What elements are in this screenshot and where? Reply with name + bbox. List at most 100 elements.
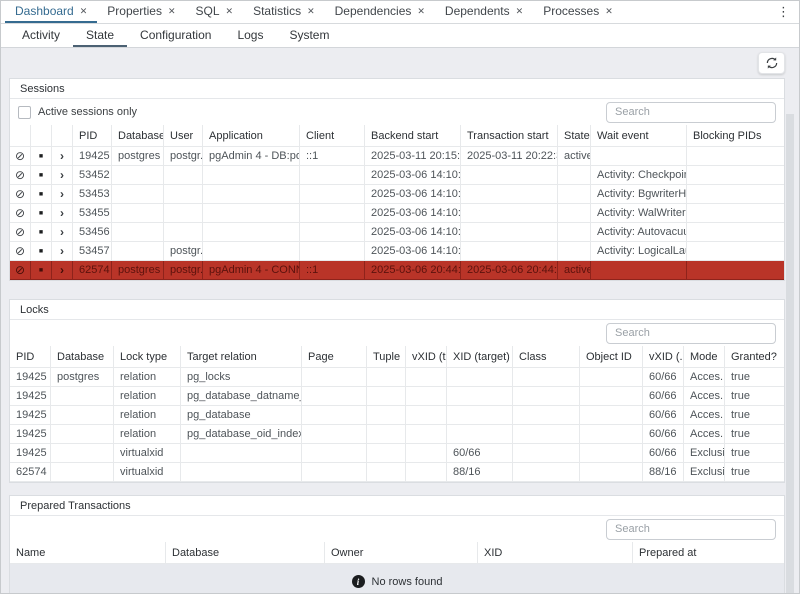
column-header[interactable] — [31, 125, 52, 147]
close-icon[interactable]: ✕ — [417, 6, 425, 17]
table-row[interactable]: 19425postgresrelationpg_locks60/66Acces.… — [10, 368, 784, 387]
stop-session-icon[interactable]: ■ — [39, 229, 43, 236]
tab-dashboard[interactable]: Dashboard ✕ — [5, 1, 97, 23]
subtab-activity[interactable]: Activity — [9, 24, 73, 47]
sessions-search-input[interactable] — [606, 102, 776, 123]
stop-session-icon[interactable]: ■ — [39, 153, 43, 160]
column-header[interactable]: Target relation — [181, 346, 302, 368]
close-icon[interactable]: ✕ — [226, 6, 234, 17]
column-header[interactable] — [52, 125, 73, 147]
table-row[interactable]: 19425virtualxid60/6660/66Exclusi...true — [10, 444, 784, 463]
stop-session-icon[interactable]: ■ — [39, 248, 43, 255]
column-header[interactable]: XID — [478, 542, 633, 564]
expand-row-icon[interactable]: › — [60, 245, 64, 257]
expand-row-icon[interactable]: › — [60, 188, 64, 200]
empty-state-text: No rows found — [372, 576, 443, 588]
close-icon[interactable]: ✕ — [80, 6, 88, 17]
column-header[interactable]: Database — [166, 542, 325, 564]
subtab-system[interactable]: System — [276, 24, 342, 47]
column-header[interactable]: Granted? — [725, 346, 784, 368]
cancel-session-icon[interactable]: ⊘ — [15, 207, 25, 219]
tab-processes[interactable]: Processes ✕ — [533, 1, 623, 23]
column-header[interactable]: Blocking PIDs — [687, 125, 784, 147]
expand-row-icon[interactable]: › — [60, 169, 64, 181]
column-header[interactable]: Page — [302, 346, 367, 368]
column-header[interactable]: PID — [10, 346, 51, 368]
column-header[interactable]: vXID (... — [643, 346, 684, 368]
expand-row-icon[interactable]: › — [60, 264, 64, 276]
column-header[interactable]: XID (target) — [447, 346, 513, 368]
table-row[interactable]: 19425relationpg_database_oid_index60/66A… — [10, 425, 784, 444]
expand-row-icon[interactable]: › — [60, 207, 64, 219]
tab-properties[interactable]: Properties ✕ — [97, 1, 185, 23]
cell: postgres — [112, 261, 164, 280]
column-header[interactable]: Object ID — [580, 346, 643, 368]
column-header[interactable]: Client — [300, 125, 365, 147]
cell — [513, 425, 580, 444]
column-header[interactable]: Database — [112, 125, 164, 147]
kebab-menu-icon[interactable]: ⋮ — [768, 1, 799, 23]
column-header[interactable]: vXID (t... — [406, 346, 447, 368]
tab-statistics[interactable]: Statistics ✕ — [243, 1, 325, 23]
column-header[interactable]: Application — [203, 125, 300, 147]
vertical-scrollbar[interactable] — [786, 114, 794, 594]
cancel-session-icon[interactable]: ⊘ — [15, 226, 25, 238]
close-icon[interactable]: ✕ — [516, 6, 524, 17]
expand-row-icon[interactable]: › — [60, 226, 64, 238]
cancel-session-icon[interactable]: ⊘ — [15, 245, 25, 257]
column-header[interactable]: State — [558, 125, 591, 147]
cell — [112, 242, 164, 261]
subtab-configuration[interactable]: Configuration — [127, 24, 224, 47]
subtab-state[interactable]: State — [73, 24, 127, 47]
active-sessions-checkbox[interactable] — [18, 106, 31, 119]
table-row[interactable]: ⊘■›534522025-03-06 14:10:11 ...Activity:… — [10, 166, 784, 185]
stop-session-icon[interactable]: ■ — [39, 210, 43, 217]
table-row[interactable]: 62574virtualxid88/1688/16Exclusi...true — [10, 463, 784, 482]
table-row[interactable]: ⊘■›534562025-03-06 14:10:11 ...Activity:… — [10, 223, 784, 242]
column-header[interactable]: Owner — [325, 542, 478, 564]
column-header[interactable]: Database — [51, 346, 114, 368]
refresh-button[interactable] — [758, 52, 785, 74]
table-row[interactable]: ⊘■›534532025-03-06 14:10:11 ...Activity:… — [10, 185, 784, 204]
close-icon[interactable]: ✕ — [168, 6, 176, 17]
close-icon[interactable]: ✕ — [307, 6, 315, 17]
stop-session-icon[interactable]: ■ — [39, 267, 43, 274]
column-header[interactable]: Class — [513, 346, 580, 368]
column-header[interactable]: Lock type — [114, 346, 181, 368]
expand-row-icon[interactable]: › — [60, 150, 64, 162]
table-row[interactable]: ⊘■›534552025-03-06 14:10:11 ...Activity:… — [10, 204, 784, 223]
table-row[interactable]: ⊘■›62574postgrespostgr...pgAdmin 4 - CON… — [10, 261, 784, 280]
cancel-session-icon[interactable]: ⊘ — [15, 150, 25, 162]
tab-dependents[interactable]: Dependents ✕ — [435, 1, 533, 23]
table-row[interactable]: ⊘■›53457postgr...2025-03-06 14:10:11 ...… — [10, 242, 784, 261]
cancel-session-icon[interactable]: ⊘ — [15, 188, 25, 200]
column-header[interactable]: User — [164, 125, 203, 147]
table-row[interactable]: 19425relationpg_database_datname_ind...6… — [10, 387, 784, 406]
active-sessions-filter[interactable]: Active sessions only — [18, 106, 137, 119]
column-header[interactable]: Name — [10, 542, 166, 564]
column-header[interactable]: PID — [73, 125, 112, 147]
column-header[interactable]: Prepared at — [633, 542, 784, 564]
column-header[interactable]: Tuple — [367, 346, 406, 368]
cancel-session-icon[interactable]: ⊘ — [15, 169, 25, 181]
stop-session-icon[interactable]: ■ — [39, 172, 43, 179]
column-header[interactable]: Backend start — [365, 125, 461, 147]
column-header[interactable] — [10, 125, 31, 147]
close-icon[interactable]: ✕ — [605, 6, 613, 17]
tab-dependencies[interactable]: Dependencies ✕ — [325, 1, 435, 23]
column-header[interactable]: Transaction start — [461, 125, 558, 147]
cell — [558, 242, 591, 261]
subtab-logs[interactable]: Logs — [224, 24, 276, 47]
table-row[interactable]: 19425relationpg_database60/66Acces...tru… — [10, 406, 784, 425]
cell: Activity: LogicalLaun... — [591, 242, 687, 261]
cancel-session-icon[interactable]: ⊘ — [15, 264, 25, 276]
column-header[interactable]: Mode — [684, 346, 725, 368]
prepared-search-input[interactable] — [606, 519, 776, 540]
column-header[interactable]: Wait event — [591, 125, 687, 147]
stop-session-icon[interactable]: ■ — [39, 191, 43, 198]
sessions-table: PIDDatabaseUserApplicationClientBackend … — [10, 125, 784, 280]
tab-sql[interactable]: SQL ✕ — [186, 1, 244, 23]
cell: ::1 — [300, 147, 365, 166]
table-row[interactable]: ⊘■›19425postgrespostgr...pgAdmin 4 - DB:… — [10, 147, 784, 166]
locks-search-input[interactable] — [606, 323, 776, 344]
